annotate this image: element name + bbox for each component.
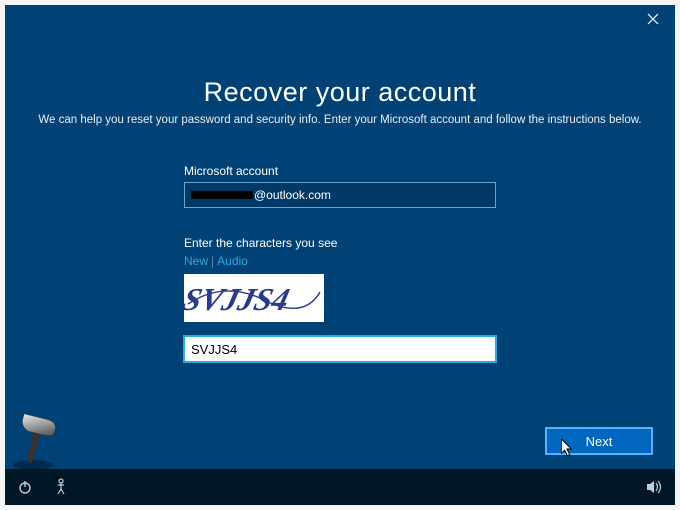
page-title: Recover your account	[204, 77, 477, 108]
captcha-new-link[interactable]: New	[184, 254, 208, 268]
volume-icon	[646, 479, 664, 495]
ease-of-access-button[interactable]	[51, 477, 71, 497]
captcha-label: Enter the characters you see	[184, 236, 496, 250]
volume-button[interactable]	[645, 477, 665, 497]
captcha-glyphs: SVJJS4	[184, 282, 293, 317]
next-button[interactable]: Next	[545, 427, 653, 455]
account-input[interactable]: @outlook.com	[184, 182, 496, 208]
close-icon	[647, 13, 659, 25]
ease-of-access-icon	[53, 478, 69, 496]
captcha-audio-link[interactable]: Audio	[217, 254, 248, 268]
redacted-username	[191, 191, 253, 199]
account-suffix: @outlook.com	[254, 188, 331, 202]
captcha-links: New|Audio	[184, 254, 496, 268]
titlebar	[5, 5, 675, 33]
close-button[interactable]	[639, 5, 667, 33]
content-area: Recover your account We can help you res…	[5, 33, 675, 469]
account-label: Microsoft account	[184, 164, 496, 178]
captcha-input[interactable]	[184, 336, 496, 362]
next-button-label: Next	[586, 434, 613, 449]
form-area: Microsoft account @outlook.com Enter the…	[184, 164, 496, 362]
captcha-image: SVJJS4	[184, 274, 324, 322]
taskbar	[5, 469, 675, 505]
power-button[interactable]	[15, 477, 35, 497]
page-subtext: We can help you reset your password and …	[38, 114, 641, 126]
oobe-window: Recover your account We can help you res…	[5, 5, 675, 505]
power-icon	[17, 479, 33, 495]
